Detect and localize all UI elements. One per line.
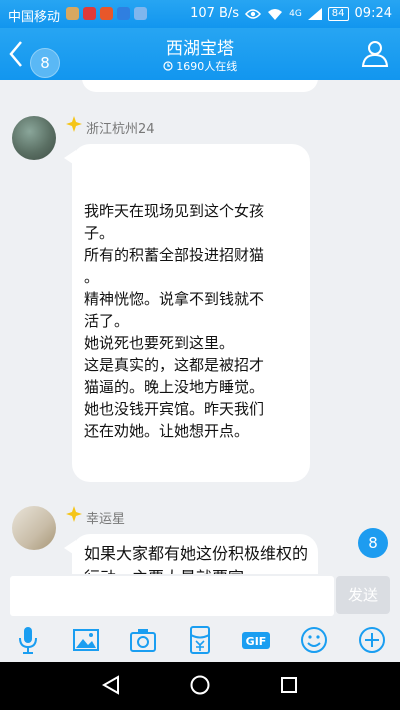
net-speed: 107 B/s (190, 6, 240, 21)
message-line: 猫逼的。晚上没地方睡觉。 (84, 378, 265, 396)
star-icon (66, 506, 82, 522)
message-bubble[interactable]: 如果大家都有她这份积极维权的行动，主要大量就要官 (72, 534, 318, 574)
recents-nav-icon[interactable] (278, 674, 300, 696)
message-line: 她说死也要死到这里。 (84, 334, 235, 352)
clock-icon (163, 61, 173, 71)
message-line: 她也没钱开宾馆。昨天我们 (84, 400, 265, 418)
avatar[interactable] (12, 506, 56, 550)
sender-name: 幸运星 (86, 512, 126, 527)
message-line: 所有的积蓄全部投进招财猫 (84, 246, 265, 264)
message-line: 子。 (84, 224, 115, 242)
star-icon (66, 116, 82, 132)
carrier-name: 中国移动 (8, 10, 61, 25)
message-input[interactable] (10, 576, 334, 616)
message-line: 这是真实的，这都是被招才 (84, 356, 265, 374)
message-line: 。 (84, 268, 100, 286)
message-line: 精神恍惚。说拿不到钱就不 (84, 290, 265, 308)
previous-message-bubble (82, 80, 318, 92)
microphone-icon[interactable] (12, 624, 44, 656)
home-nav-icon[interactable] (189, 674, 211, 696)
eye-icon (245, 8, 262, 19)
app-notification-icon (134, 7, 147, 20)
chat-header: 8 西湖宝塔 1690人在线 (0, 28, 400, 80)
group-profile-icon[interactable] (360, 38, 390, 68)
new-message-badge[interactable]: 8 (358, 528, 388, 558)
input-toolbar: GIF (0, 618, 400, 662)
group-title: 西湖宝塔 (166, 39, 234, 59)
navigation-bar (0, 662, 400, 710)
online-count-text: 1690人在线 (176, 60, 238, 73)
back-nav-icon[interactable] (100, 674, 122, 696)
notification-icons (66, 7, 147, 20)
svg-text:GIF: GIF (246, 635, 267, 648)
signal-type: 4G (289, 8, 302, 19)
shield-icon (117, 7, 130, 20)
message-line: 我昨天在现场见到这个女孩 (84, 202, 265, 220)
image-icon[interactable] (70, 624, 102, 656)
camera-icon[interactable] (127, 624, 159, 656)
wifi-icon (268, 8, 283, 20)
avatar[interactable] (12, 116, 56, 160)
sender-name: 浙江杭州24 (86, 122, 155, 137)
message-text: 我昨天在现场见到这个女孩 子。 所有的积蓄全部投进招财猫 。 精神恍惚。说拿不到… (84, 200, 304, 442)
online-count: 1690人在线 (0, 58, 400, 74)
signal-icon (307, 7, 322, 20)
chat-area[interactable]: 浙江杭州24 我昨天在现场见到这个女孩 子。 所有的积蓄全部投进招财猫 。 精神… (0, 80, 400, 574)
app-notification-icon (100, 7, 113, 20)
clock: 09:24 (354, 6, 392, 21)
red-packet-icon[interactable] (184, 624, 216, 656)
emoji-icon[interactable] (298, 624, 330, 656)
message-line: 活了。 (84, 312, 130, 330)
message-line: 还在劝她。让她想开点。 (84, 422, 250, 440)
plus-icon[interactable] (356, 624, 388, 656)
app-notification-icon (83, 7, 96, 20)
input-bar: 发送 (0, 574, 400, 618)
gif-icon[interactable]: GIF (240, 624, 272, 656)
app-notification-icon (66, 7, 79, 20)
battery-level: 84 (327, 6, 349, 21)
message-bubble[interactable]: 我昨天在现场见到这个女孩 子。 所有的积蓄全部投进招财猫 。 精神恍惚。说拿不到… (72, 144, 310, 482)
status-bar: 中国移动 107 B/s 4G 84 09:24 (0, 0, 400, 28)
send-button[interactable]: 发送 (336, 576, 390, 614)
message-text: 如果大家都有她这份积极维权的行动，主要大量就要官 (84, 544, 309, 574)
